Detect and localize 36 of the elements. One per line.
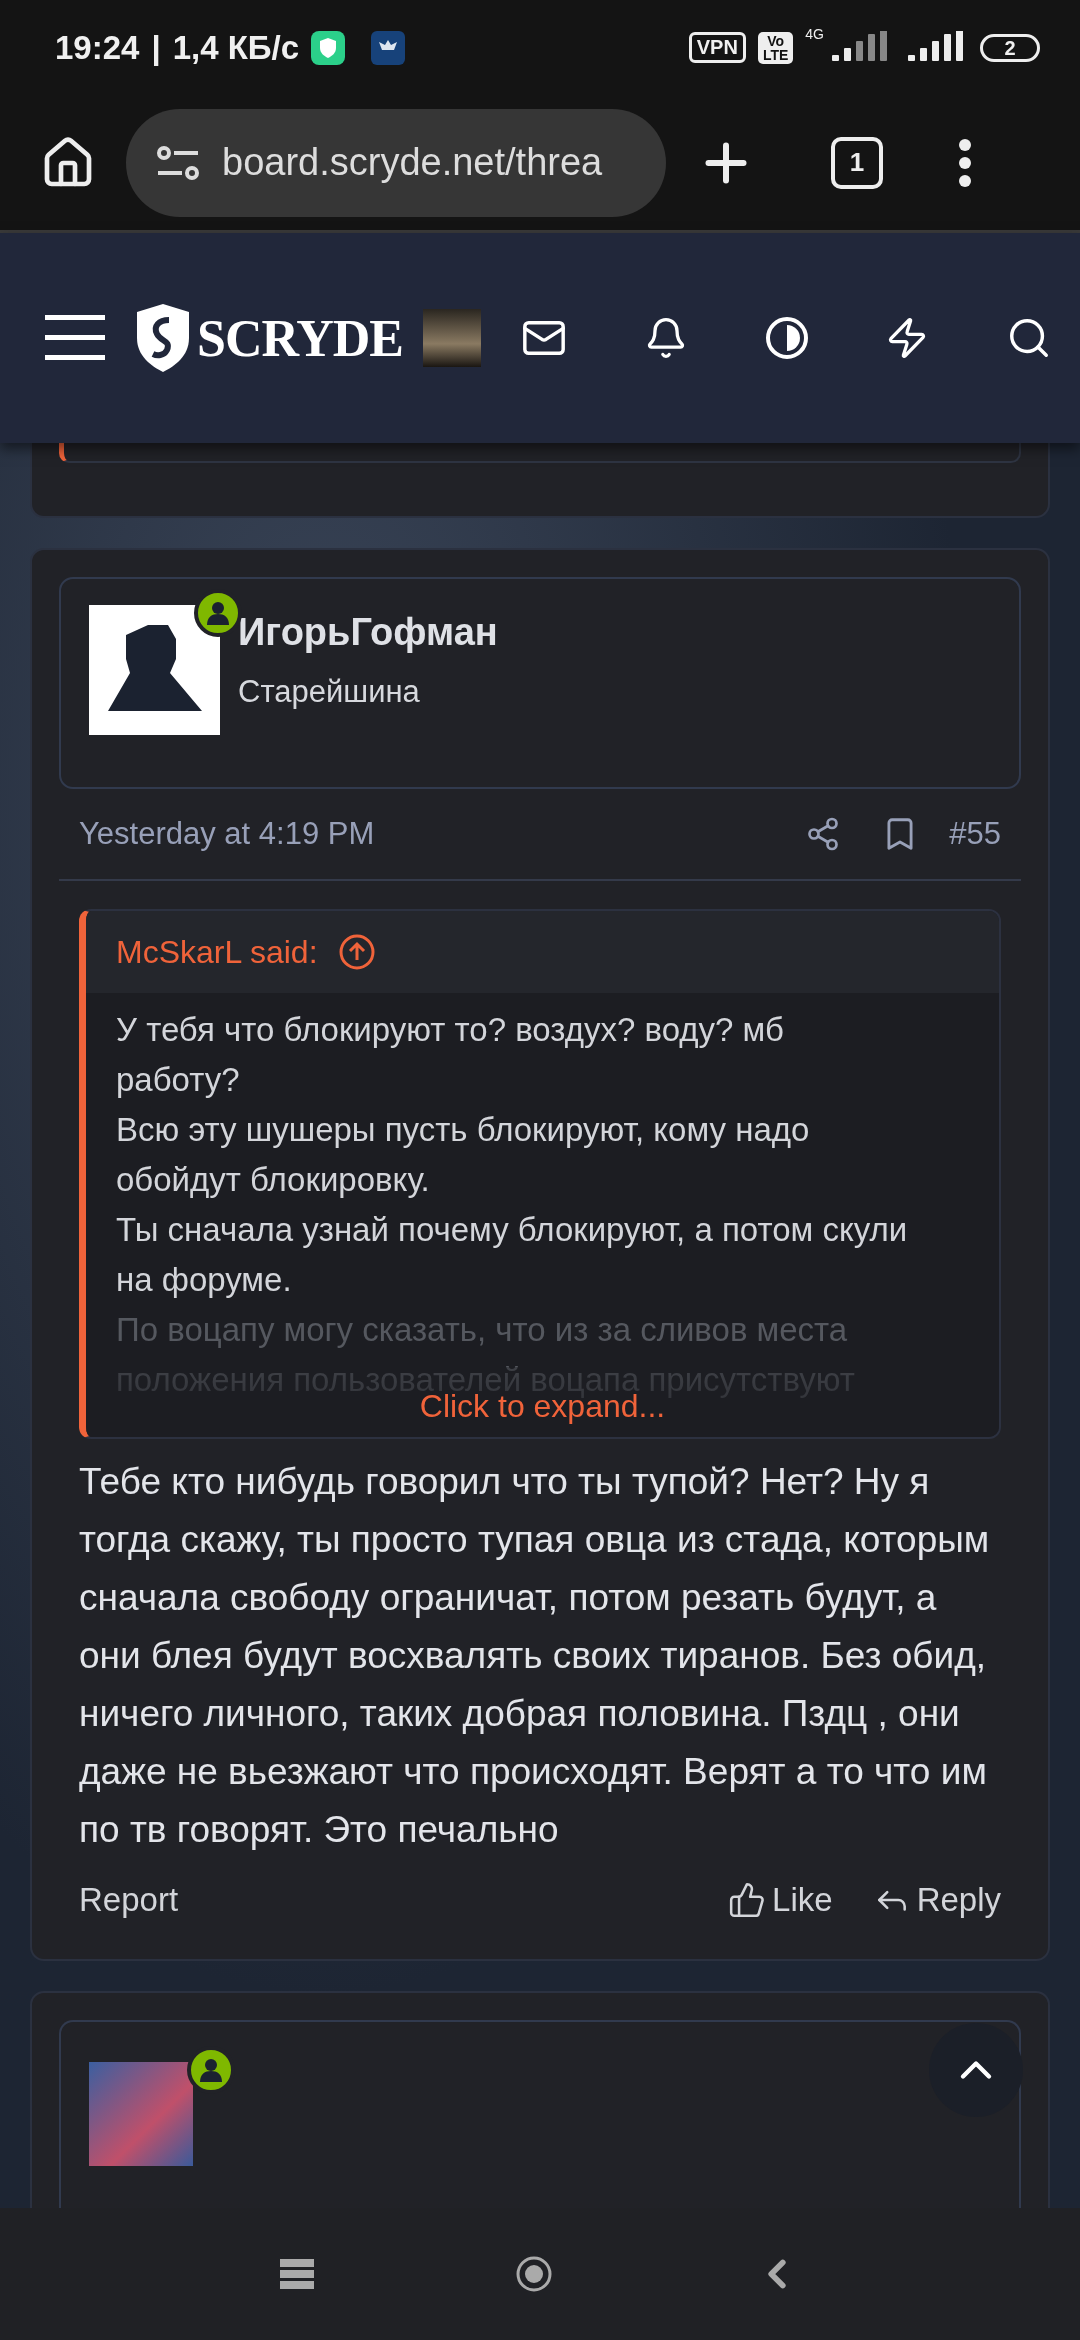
post-date[interactable]: Yesterday at 4:19 PM <box>79 816 776 852</box>
site-logo[interactable]: SCRYDE <box>137 304 403 372</box>
vpn-indicator: VPN <box>688 32 746 63</box>
like-link[interactable]: Like <box>728 1881 833 1919</box>
username[interactable]: ИгорьГофман <box>238 611 498 654</box>
shield-logo-icon <box>137 304 189 372</box>
user-rank: Старейшина <box>238 674 421 710</box>
avatar-thumbnail[interactable] <box>423 309 481 367</box>
quote-author[interactable]: McSkarL said: <box>116 933 318 971</box>
more-icon[interactable] <box>958 137 972 188</box>
address-bar[interactable]: board.scryde.net/threa <box>126 108 666 217</box>
url-text: board.scryde.net/threa <box>222 141 603 184</box>
quote-text: У тебя что блокируют то? воздух? воду? мб работу? <box>116 1010 785 1100</box>
logo-text: SCRYDE <box>197 308 403 368</box>
network-type: 4G <box>805 26 824 42</box>
avatar[interactable] <box>89 605 220 735</box>
clock: 19:24 <box>55 28 140 67</box>
post-number[interactable]: #55 <box>949 816 1001 852</box>
arrow-up-circle-icon[interactable] <box>337 933 376 971</box>
shield-app-icon <box>311 30 346 65</box>
quote-text: Ты сначала узнай почему блокируют, а потом скули на форуме. <box>116 1210 909 1300</box>
recent-apps-icon[interactable] <box>280 2259 315 2289</box>
report-link[interactable]: Report <box>79 1881 689 1919</box>
volte-indicator: Vo LTE <box>757 31 794 64</box>
silhouette-icon <box>107 625 202 711</box>
home-button-icon[interactable] <box>515 2255 553 2293</box>
menu-icon[interactable] <box>45 315 105 361</box>
contrast-icon[interactable] <box>764 316 809 360</box>
quote-text: Всю эту шушеры пусть блокируют, кому надо обойдут блокировку. <box>116 1110 811 1200</box>
tab-switcher[interactable]: 1 <box>831 136 883 189</box>
reply-link[interactable]: Reply <box>872 1881 1001 1919</box>
post-body: Тебе кто нибудь говорил что ты тупой? Нет? Ну я тогда скажу, ты просто тупая овца из стада, которым сначала свободу ограничат, потом резать будут, а они блея будут восхвалять своих тиранов. Без обид, ничего личного, таких добрая половина. Пздц , они даже не вьезжают что происходят. Верят а то что им по тв говорят. Это печально <box>79 1460 991 1852</box>
battery-indicator: 2 <box>980 33 1040 62</box>
network-speed: 1,4 КБ/с <box>172 28 300 67</box>
separator: | <box>151 28 161 67</box>
thumbs-up-icon <box>728 1881 767 1919</box>
